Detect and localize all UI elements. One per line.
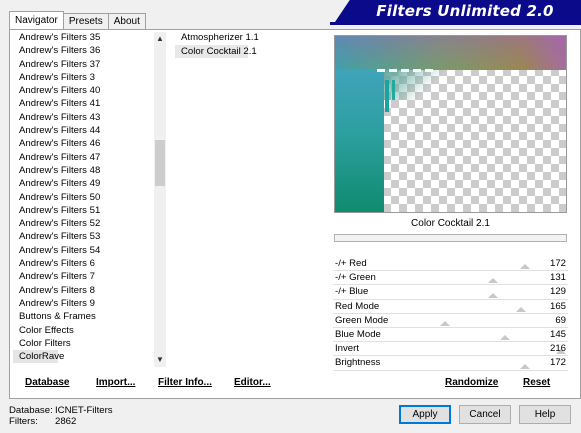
category-item[interactable]: Andrew's Filters 49	[13, 177, 167, 190]
slider-label: Invert	[335, 343, 359, 355]
slider-thumb[interactable]	[520, 264, 530, 270]
slider-thumb[interactable]	[488, 292, 498, 298]
database-value: ICNET-Filters	[55, 405, 113, 416]
banner-underline	[330, 22, 581, 25]
slider-blue[interactable]: -/+ Blue 129	[333, 285, 568, 300]
category-item[interactable]: Andrew's Filters 7	[13, 270, 167, 283]
slider-value: 131	[549, 272, 566, 284]
category-item[interactable]: Andrew's Filters 9	[13, 297, 167, 310]
category-item[interactable]: Andrew's Filters 52	[13, 217, 167, 230]
cancel-button[interactable]: Cancel	[459, 405, 511, 424]
category-item[interactable]: Andrew's Filters 8	[13, 284, 167, 297]
slider-blue-mode[interactable]: Blue Mode 145	[333, 328, 568, 343]
preview-dashed-line	[377, 69, 433, 72]
slider-label: Blue Mode	[335, 328, 381, 340]
preview-stroke	[392, 80, 395, 100]
editor-button[interactable]: Editor...	[234, 377, 271, 388]
category-item[interactable]: Andrew's Filters 36	[13, 44, 167, 57]
slider-green-mode[interactable]: Green Mode 69	[333, 314, 568, 328]
preview-progress-bar	[334, 234, 567, 242]
category-item[interactable]: Andrew's Filters 50	[13, 191, 167, 204]
slider-value: 129	[549, 286, 566, 298]
category-item[interactable]: Color Effects	[13, 324, 167, 337]
preview-stroke	[385, 80, 389, 112]
slider-label: -/+ Green	[335, 272, 376, 284]
slider-thumb[interactable]	[520, 363, 530, 369]
slider-brightness[interactable]: Brightness 172	[333, 356, 568, 371]
category-item[interactable]: Andrew's Filters 41	[13, 97, 167, 110]
tab-about[interactable]: About	[107, 13, 146, 29]
category-item[interactable]: Andrew's Filters 3	[13, 71, 167, 84]
tab-bar: Navigator Presets About	[9, 11, 146, 29]
category-item[interactable]: Andrew's Filters 6	[13, 257, 167, 270]
category-item[interactable]: Andrew's Filters 51	[13, 204, 167, 217]
slider-value: 216	[549, 343, 566, 355]
slider-label: Brightness	[335, 357, 381, 369]
slider-label: -/+ Red	[335, 258, 367, 269]
category-item[interactable]: Andrew's Filters 48	[13, 164, 167, 177]
slider-value: 69	[555, 314, 566, 326]
tab-presets[interactable]: Presets	[62, 13, 109, 29]
scroll-thumb[interactable]	[155, 140, 165, 186]
reset-button[interactable]: Reset	[523, 377, 550, 388]
category-item[interactable]: Andrew's Filters 44	[13, 124, 167, 137]
database-button[interactable]: Database	[25, 377, 69, 388]
app-title-banner: Filters Unlimited 2.0	[335, 0, 581, 22]
slider-value: 172	[549, 357, 566, 369]
preview-gradient-top	[335, 36, 566, 70]
category-list[interactable]: Andrew's Filters 35 Andrew's Filters 36 …	[13, 31, 167, 368]
category-scrollbar[interactable]: ▲ ▼	[154, 32, 166, 367]
category-item[interactable]: Color Filters	[13, 337, 167, 350]
category-item[interactable]: Andrew's Filters 37	[13, 58, 167, 71]
slider-thumb[interactable]	[440, 320, 450, 326]
help-button[interactable]: Help	[519, 405, 571, 424]
import-button[interactable]: Import...	[96, 377, 135, 388]
slider-label: -/+ Blue	[335, 286, 369, 298]
apply-button[interactable]: Apply	[399, 405, 451, 424]
slider-value: 172	[549, 258, 566, 269]
filter-item[interactable]: Atmospherizer 1.1	[175, 31, 325, 45]
tab-navigator[interactable]: Navigator	[9, 11, 64, 29]
category-item-selected[interactable]: ColorRave	[13, 350, 64, 364]
randomize-button[interactable]: Randomize	[445, 377, 498, 388]
filter-item-selected[interactable]: Color Cocktail 2.1	[175, 44, 257, 58]
slider-label: Green Mode	[335, 314, 389, 326]
slider-thumb[interactable]	[488, 278, 498, 284]
slider-label: Red Mode	[335, 300, 380, 312]
slider-thumb[interactable]	[516, 306, 526, 312]
filter-list[interactable]: Atmospherizer 1.1 Color Cocktail 2.1	[175, 31, 325, 368]
category-item[interactable]: Andrew's Filters 43	[13, 111, 167, 124]
slider-value: 165	[549, 300, 566, 312]
preview-caption: Color Cocktail 2.1	[411, 218, 490, 229]
slider-green[interactable]: -/+ Green 131	[333, 271, 568, 286]
slider-value: 145	[549, 328, 566, 340]
category-item[interactable]: Andrew's Filters 47	[13, 151, 167, 164]
slider-invert[interactable]: Invert 216	[333, 342, 568, 357]
database-label: Database:	[9, 405, 53, 416]
category-item[interactable]: Andrew's Filters 35	[13, 31, 167, 44]
slider-red-mode[interactable]: Red Mode 165	[333, 300, 568, 314]
category-item[interactable]: Andrew's Filters 54	[13, 244, 167, 257]
filter-info-button[interactable]: Filter Info...	[158, 377, 212, 388]
category-item[interactable]: Andrew's Filters 53	[13, 230, 167, 243]
preview-image	[334, 35, 567, 213]
slider-red[interactable]: -/+ Red 172	[333, 257, 568, 272]
app-title: Filters Unlimited 2.0	[376, 2, 554, 20]
filters-count: 2862	[55, 416, 77, 427]
filters-label: Filters:	[9, 416, 38, 427]
slider-thumb[interactable]	[500, 335, 510, 341]
scroll-up-icon[interactable]: ▲	[154, 33, 166, 45]
category-item[interactable]: Andrew's Filters 46	[13, 137, 167, 150]
category-item[interactable]: Buttons & Frames	[13, 310, 167, 323]
scroll-down-icon[interactable]: ▼	[154, 354, 166, 366]
parameter-sliders: -/+ Red 172 -/+ Green 131 -/+ Blue 129 R…	[333, 257, 568, 371]
category-item[interactable]: Andrew's Filters 40	[13, 84, 167, 97]
